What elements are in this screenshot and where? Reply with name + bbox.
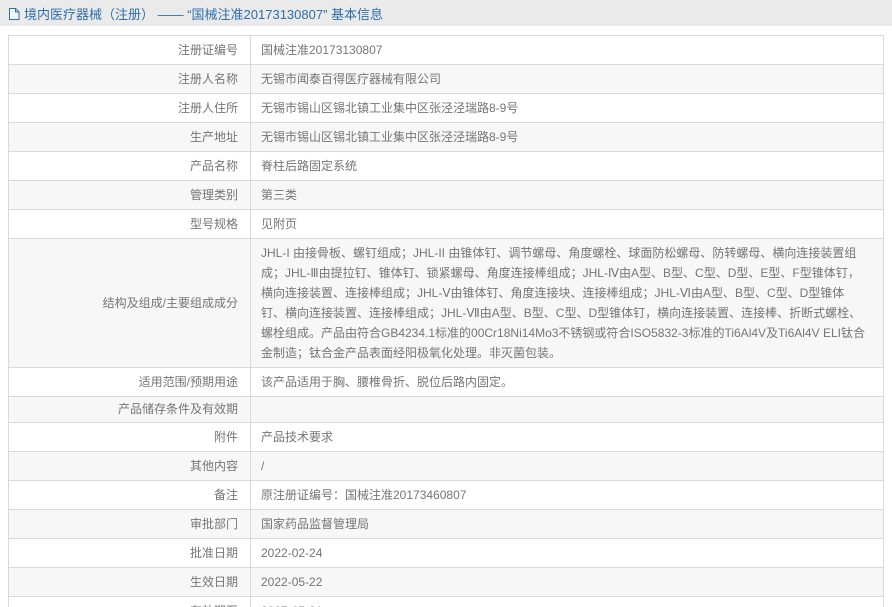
row-value-text: 原注册证编号：国械注准20173460807 [261,488,467,502]
row-value-text: 国家药品监督管理局 [261,517,370,531]
table-row: 其他内容 / [8,451,884,481]
row-label-text: 附件 [213,429,238,444]
row-value-text: 第三类 [261,188,298,202]
row-value: 无锡市锡山区锡北镇工业集中区张泾泾瑞路8-9号 [250,93,884,123]
row-value-text: 国械注准20173130807 [261,43,383,57]
row-value: 该产品适用于胸、腰椎骨折、脱位后路内固定。 [250,367,884,397]
row-label: 适用范围/预期用途 [8,367,251,397]
info-table: 注册证编号 国械注准20173130807 注册人名称 无锡市闻泰百得医疗器械有… [8,35,884,607]
row-value: 2027-05-21 [250,596,884,607]
row-label-text: 有效期至 [190,604,238,607]
table-row: 生产地址 无锡市锡山区锡北镇工业集中区张泾泾瑞路8-9号 [8,122,884,152]
row-value: 2022-02-24 [250,538,884,568]
row-value: 原注册证编号：国械注准20173460807 [250,480,884,510]
row-value-text: JHL-I 由接骨板、螺钉组成；JHL-II 由锥体钉、调节螺母、角度螺栓、球面… [261,246,865,360]
row-label: 有效期至 [8,596,251,607]
row-label: 结构及组成/主要组成成分 [8,238,251,368]
row-label: 批准日期 [8,538,251,568]
header-bar: 境内医疗器械（注册） —— “国械注准20173130807” 基本信息 [0,0,892,26]
table-row: 生效日期 2022-05-22 [8,567,884,597]
row-value-text: 2022-02-24 [261,546,323,560]
row-label-text: 注册证编号 [177,42,238,57]
row-label-text: 产品储存条件及有效期 [117,402,238,416]
table-row: 附件 产品技术要求 [8,422,884,452]
page-title: 境内医疗器械（注册） —— “国械注准20173130807” 基本信息 [24,6,384,22]
row-label: 其他内容 [8,451,251,481]
row-label-text: 批准日期 [189,545,238,560]
row-value-text: 见附页 [261,217,298,231]
row-label-text: 生效日期 [189,574,238,589]
row-value: 第三类 [250,180,884,210]
table-row: 批准日期 2022-02-24 [8,538,884,568]
row-label: 产品名称 [8,151,251,181]
row-value: 国家药品监督管理局 [250,509,884,539]
row-label-text: 注册人住所 [177,100,238,115]
row-value-text: 脊柱后路固定系统 [261,159,358,173]
row-value: 脊柱后路固定系统 [250,151,884,181]
row-label-text: 型号规格 [189,216,238,231]
row-label-text: 适用范围/预期用途 [138,374,238,389]
table-row: 注册人名称 无锡市闻泰百得医疗器械有限公司 [8,64,884,94]
table-row: 注册人住所 无锡市锡山区锡北镇工业集中区张泾泾瑞路8-9号 [8,93,884,123]
table-row: 注册证编号 国械注准20173130807 [8,35,884,65]
row-value: / [250,451,884,481]
row-label-text: 结构及组成/主要组成成分 [102,295,238,310]
row-value: JHL-I 由接骨板、螺钉组成；JHL-II 由锥体钉、调节螺母、角度螺栓、球面… [250,238,884,368]
row-value-text: 2022-05-22 [261,575,323,589]
row-value: 无锡市锡山区锡北镇工业集中区张泾泾瑞路8-9号 [250,122,884,152]
row-value-text: 无锡市锡山区锡北镇工业集中区张泾泾瑞路8-9号 [261,101,519,115]
row-label-text: 其他内容 [189,458,238,473]
row-label: 产品储存条件及有效期 [8,396,251,423]
table-row: 有效期至 2027-05-21 [8,596,884,607]
row-label-text: 管理类别 [189,187,238,202]
row-value: 2022-05-22 [250,567,884,597]
table-row: 适用范围/预期用途 该产品适用于胸、腰椎骨折、脱位后路内固定。 [8,367,884,397]
row-value: 国械注准20173130807 [250,35,884,65]
row-value: 无锡市闻泰百得医疗器械有限公司 [250,64,884,94]
row-label-text: 注册人名称 [177,71,238,86]
table-row: 审批部门 国家药品监督管理局 [8,509,884,539]
row-label: 备注 [8,480,251,510]
row-value-text: 该产品适用于胸、腰椎骨折、脱位后路内固定。 [261,375,514,389]
row-label: 附件 [8,422,251,452]
row-label-text: 审批部门 [189,516,238,531]
row-label: 生产地址 [8,122,251,152]
row-label: 管理类别 [8,180,251,210]
row-label: 型号规格 [8,209,251,239]
row-label: 注册人住所 [8,93,251,123]
row-label-text: 产品名称 [189,158,238,173]
row-value: 见附页 [250,209,884,239]
row-value-text: 产品技术要求 [261,430,334,444]
row-label: 注册人名称 [8,64,251,94]
row-value: 产品技术要求 [250,422,884,452]
row-label-text: 备注 [213,487,238,502]
table-row: 产品名称 脊柱后路固定系统 [8,151,884,181]
table-row: 结构及组成/主要组成成分 JHL-I 由接骨板、螺钉组成；JHL-II 由锥体钉… [8,238,884,368]
document-icon [8,7,20,21]
table-row: 产品储存条件及有效期 [8,396,884,423]
row-label-text: 生产地址 [189,129,238,144]
row-label: 生效日期 [8,567,251,597]
row-value-text: 无锡市闻泰百得医疗器械有限公司 [261,72,442,86]
table-row: 管理类别 第三类 [8,180,884,210]
row-label: 注册证编号 [8,35,251,65]
row-value [250,396,884,423]
row-value-text: / [261,459,265,473]
table-row: 备注 原注册证编号：国械注准20173460807 [8,480,884,510]
row-label: 审批部门 [8,509,251,539]
table-row: 型号规格 见附页 [8,209,884,239]
row-value-text: 无锡市锡山区锡北镇工业集中区张泾泾瑞路8-9号 [261,130,519,144]
